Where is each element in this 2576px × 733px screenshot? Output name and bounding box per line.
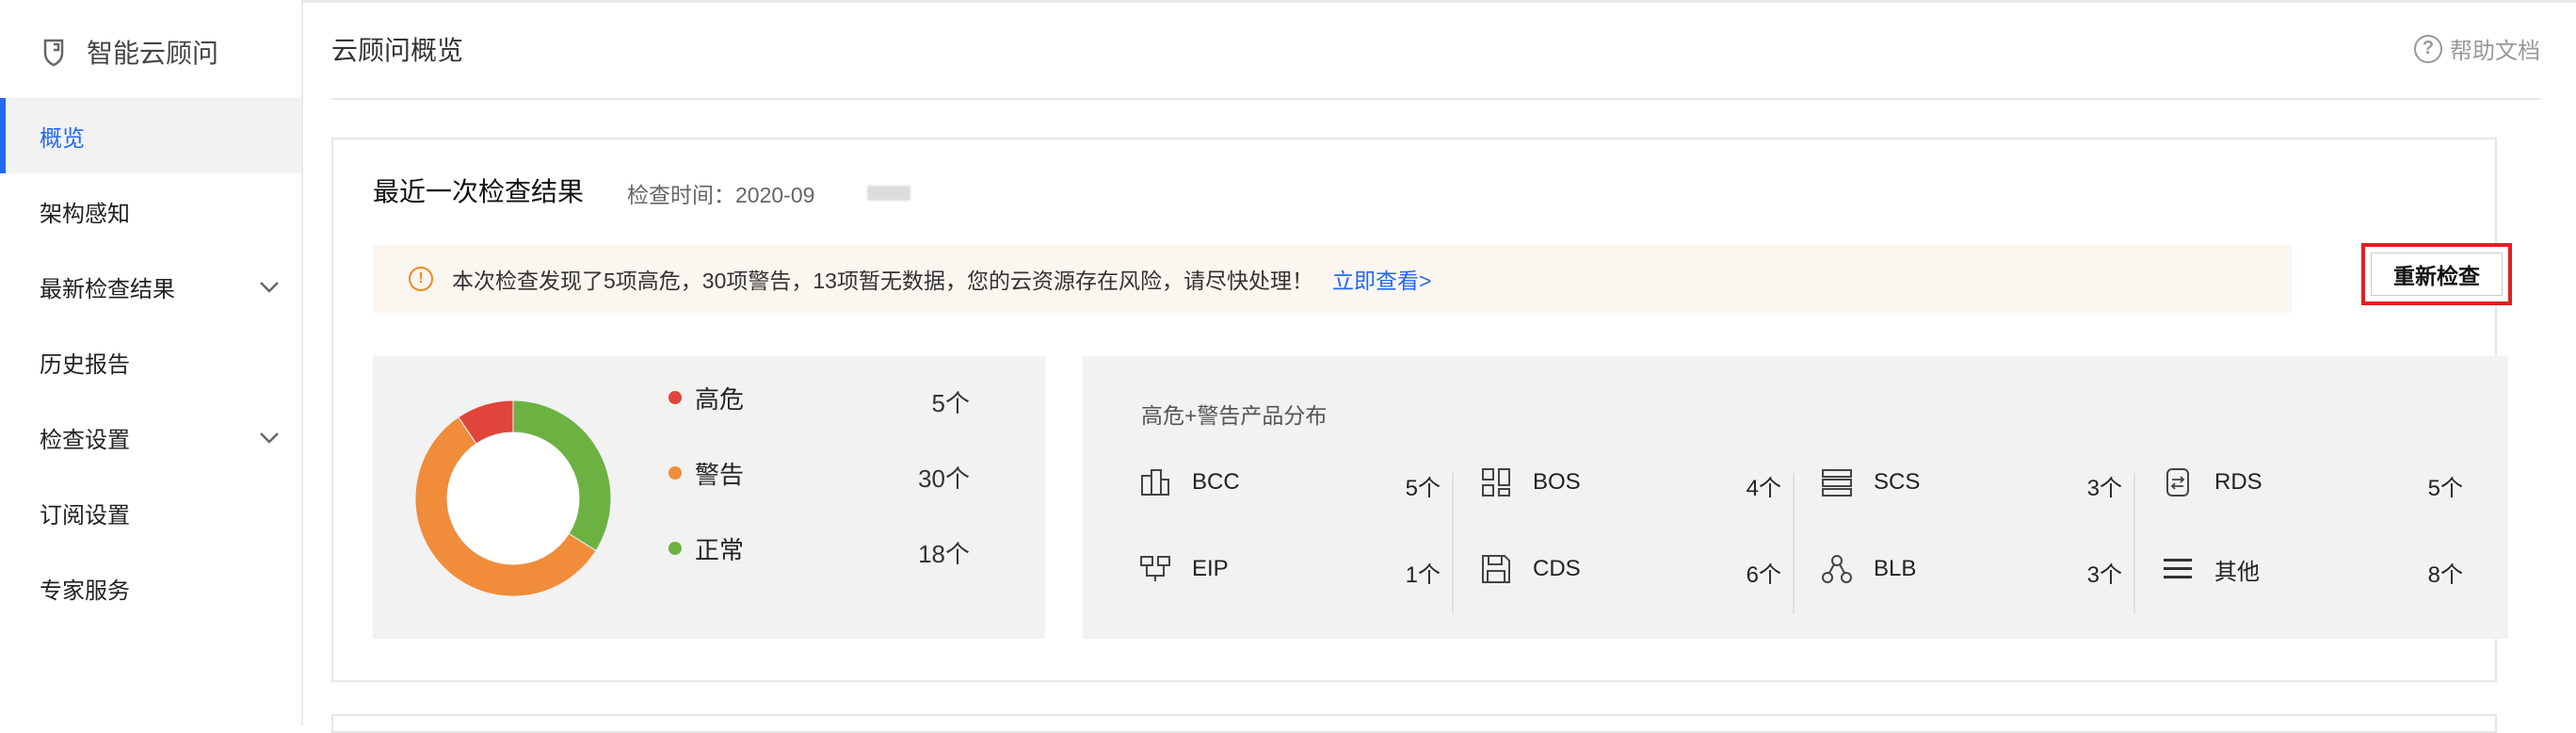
legend-dot	[668, 466, 682, 480]
product-bcc[interactable]: BCC 5个	[1139, 464, 1441, 501]
header-divider	[331, 98, 2540, 100]
product-count: 5个	[2427, 476, 2463, 501]
risk-alert: ! 本次检查发现了5项高危，30项警告，13项暂无数据，您的云资源存在风险，请尽…	[373, 245, 2292, 313]
product-count: 1个	[1405, 562, 1441, 588]
sidebar-item-history[interactable]: 历史报告	[0, 324, 301, 399]
sidebar-item-check-settings[interactable]: 检查设置	[0, 399, 301, 475]
legend-dot	[668, 391, 682, 404]
product-count: 8个	[2427, 562, 2463, 588]
alert-text: 本次检查发现了5项高危，30项警告，13项暂无数据，您的云资源存在风险，请尽快处…	[452, 269, 1313, 293]
sidebar-menu: 概览 架构感知 最新检查结果 历史报告 检查设置 订阅设置 专家服务	[0, 98, 301, 626]
product-count: 3个	[2086, 476, 2122, 501]
check-time: 检查时间：2020-09	[627, 177, 911, 209]
product-count: 4个	[1746, 476, 1781, 501]
sidebar-item-latest-results[interactable]: 最新检查结果	[0, 249, 301, 324]
warning-icon: !	[409, 267, 433, 291]
product-eip[interactable]: EIP 1个	[1139, 550, 1441, 588]
product-name: BCC	[1192, 469, 1240, 495]
distribution-title: 高危+警告产品分布	[1141, 403, 1328, 428]
product-name: BOS	[1533, 469, 1581, 495]
sidebar-item-label: 专家服务	[40, 578, 130, 604]
scs-icon	[1822, 469, 1852, 497]
sidebar-item-label: 历史报告	[40, 351, 130, 378]
column-divider	[1452, 473, 1454, 614]
legend-count: 30个	[918, 464, 970, 493]
bos-icon	[1482, 468, 1510, 497]
list-icon	[2164, 559, 2192, 578]
view-now-link[interactable]: 立即查看>	[1332, 263, 1431, 295]
help-icon: ?	[2414, 34, 2442, 63]
chevron-down-icon[interactable]	[256, 424, 282, 450]
recheck-button-inner-border	[2371, 252, 2503, 296]
product-blb[interactable]: BLB 3个	[1821, 550, 2122, 588]
product-other[interactable]: 其他 8个	[2162, 550, 2463, 588]
redacted-time	[867, 186, 911, 201]
rds-icon	[2166, 468, 2189, 497]
sidebar-item-expert-service[interactable]: 专家服务	[0, 550, 301, 626]
product-count: 3个	[2086, 562, 2122, 588]
legend-warning: 警告 30个	[668, 454, 970, 493]
product-bos[interactable]: BOS 4个	[1480, 464, 1781, 501]
sidebar-item-label: 订阅设置	[40, 502, 130, 529]
legend-high-risk: 高危 5个	[668, 379, 970, 417]
product-rds[interactable]: RDS 5个	[2162, 464, 2463, 501]
latest-result-card: 最近一次检查结果 检查时间：2020-09 ! 本次检查发现了5项高危，30项警…	[331, 138, 2512, 682]
column-divider	[2133, 473, 2135, 614]
shield-icon	[43, 39, 64, 67]
legend-dot	[668, 542, 682, 555]
sidebar-item-label: 架构感知	[40, 201, 130, 227]
chevron-down-icon[interactable]	[256, 273, 282, 300]
next-card-edge	[331, 714, 2497, 733]
legend-label: 正常	[695, 535, 745, 564]
product-name: SCS	[1874, 469, 1921, 495]
check-time-text: 检查时间：2020-09	[627, 183, 815, 207]
page-title: 云顾问概览	[331, 36, 464, 65]
legend-count: 18个	[918, 540, 970, 568]
bcc-icon	[1141, 469, 1169, 496]
sidebar-item-label: 检查设置	[40, 427, 130, 453]
column-divider	[1793, 473, 1795, 614]
help-docs-link[interactable]: ? 帮助文档	[2414, 32, 2540, 65]
brand-name: 智能云顾问	[87, 39, 219, 68]
product-name: EIP	[1192, 556, 1229, 581]
product-count: 6个	[1746, 562, 1781, 588]
product-scs[interactable]: SCS 3个	[1821, 464, 2122, 501]
product-distribution-panel: 高危+警告产品分布 BCC 5个 BOS 4个 SCS 3个 RDS 5个 EI…	[1083, 356, 2508, 639]
product-count: 5个	[1405, 476, 1441, 501]
legend-label: 高危	[695, 384, 745, 414]
card-title: 最近一次检查结果	[373, 177, 585, 206]
legend-normal: 正常 18个	[668, 529, 970, 568]
brand: 智能云顾问	[38, 30, 218, 73]
sidebar-item-label: 概览	[40, 125, 85, 152]
risk-donut-chart	[414, 399, 612, 597]
recheck-button[interactable]: 重新检查	[2361, 243, 2512, 305]
eip-icon	[1140, 556, 1170, 581]
product-name: CDS	[1533, 556, 1581, 581]
risk-summary-panel: 高危 5个 警告 30个 正常 18个	[373, 356, 1045, 639]
help-label: 帮助文档	[2450, 39, 2540, 64]
sidebar-item-overview[interactable]: 概览	[0, 98, 301, 173]
cds-icon	[1482, 555, 1510, 583]
product-name: 其他	[2214, 559, 2260, 585]
product-name: RDS	[2214, 469, 2262, 495]
legend-count: 5个	[931, 389, 970, 417]
sidebar-item-subscription[interactable]: 订阅设置	[0, 475, 301, 550]
legend-label: 警告	[695, 460, 745, 489]
sidebar: 智能云顾问 概览 架构感知 最新检查结果 历史报告 检查设置 订阅设置 专家服务	[0, 0, 303, 725]
product-name: BLB	[1874, 556, 1917, 581]
top-border	[0, 0, 2576, 3]
product-cds[interactable]: CDS 6个	[1480, 550, 1781, 588]
sidebar-item-label: 最新检查结果	[40, 276, 175, 302]
donut-hole	[447, 432, 579, 564]
blb-icon	[1822, 555, 1852, 583]
sidebar-item-architecture[interactable]: 架构感知	[0, 173, 301, 249]
